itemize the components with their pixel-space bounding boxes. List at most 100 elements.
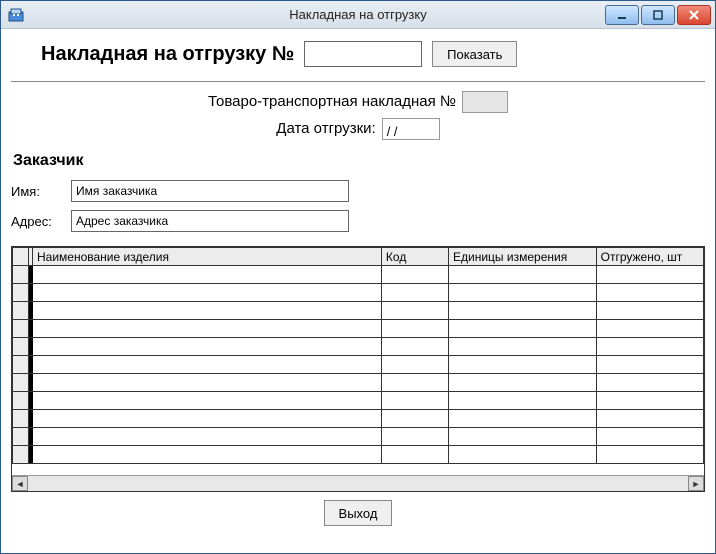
cell-code[interactable]: [381, 302, 448, 320]
table-row[interactable]: [13, 302, 704, 320]
cell-code[interactable]: [381, 284, 448, 302]
cell-qty[interactable]: [596, 410, 703, 428]
cell-name[interactable]: [33, 302, 382, 320]
cell-unit[interactable]: [449, 284, 597, 302]
row-header[interactable]: [13, 392, 29, 410]
table-row[interactable]: [13, 320, 704, 338]
cell-code[interactable]: [381, 356, 448, 374]
row-header[interactable]: [13, 284, 29, 302]
row-header[interactable]: [13, 320, 29, 338]
cell-name[interactable]: [33, 356, 382, 374]
row-header[interactable]: [13, 446, 29, 464]
row-header[interactable]: [13, 428, 29, 446]
table-row[interactable]: [13, 356, 704, 374]
cell-qty[interactable]: [596, 428, 703, 446]
ttn-block: Товаро-транспортная накладная № Дата отг…: [11, 88, 705, 142]
exit-button[interactable]: Выход: [324, 500, 393, 526]
cell-unit[interactable]: [449, 410, 597, 428]
cell-name[interactable]: [33, 266, 382, 284]
cell-name[interactable]: [33, 338, 382, 356]
scroll-track[interactable]: [28, 476, 688, 491]
col-qty[interactable]: Отгружено, шт: [596, 248, 703, 266]
cell-qty[interactable]: [596, 284, 703, 302]
customer-name-label: Имя:: [11, 184, 61, 199]
row-header[interactable]: [13, 302, 29, 320]
show-button[interactable]: Показать: [432, 41, 517, 67]
close-button[interactable]: [677, 5, 711, 25]
table-row[interactable]: [13, 392, 704, 410]
divider: [11, 81, 705, 82]
table-header-row: Наименование изделия Код Единицы измерен…: [13, 248, 704, 266]
cell-unit[interactable]: [449, 338, 597, 356]
row-header[interactable]: [13, 410, 29, 428]
table-row[interactable]: [13, 284, 704, 302]
cell-code[interactable]: [381, 266, 448, 284]
cell-code[interactable]: [381, 320, 448, 338]
ship-date-label: Дата отгрузки:: [276, 115, 375, 142]
cell-qty[interactable]: [596, 302, 703, 320]
app-window: Накладная на отгрузку Накладная на отгру…: [0, 0, 716, 554]
table-row[interactable]: [13, 428, 704, 446]
cell-name[interactable]: [33, 428, 382, 446]
maximize-button[interactable]: [641, 5, 675, 25]
cell-qty[interactable]: [596, 266, 703, 284]
col-code[interactable]: Код: [381, 248, 448, 266]
cell-qty[interactable]: [596, 374, 703, 392]
ttn-number-display: [462, 91, 508, 113]
row-header[interactable]: [13, 374, 29, 392]
row-header-corner: [13, 248, 29, 266]
cell-name[interactable]: [33, 410, 382, 428]
cell-code[interactable]: [381, 428, 448, 446]
cell-unit[interactable]: [449, 428, 597, 446]
cell-name[interactable]: [33, 392, 382, 410]
row-header[interactable]: [13, 266, 29, 284]
horizontal-scrollbar[interactable]: ◄ ►: [12, 475, 704, 491]
cell-name[interactable]: [33, 446, 382, 464]
cell-name[interactable]: [33, 284, 382, 302]
cell-code[interactable]: [381, 392, 448, 410]
minimize-button[interactable]: [605, 5, 639, 25]
row-header[interactable]: [13, 356, 29, 374]
col-unit[interactable]: Единицы измерения: [449, 248, 597, 266]
cell-unit[interactable]: [449, 266, 597, 284]
cell-name[interactable]: [33, 374, 382, 392]
row-header[interactable]: [13, 338, 29, 356]
footer: Выход: [11, 492, 705, 526]
cell-qty[interactable]: [596, 356, 703, 374]
col-name[interactable]: Наименование изделия: [33, 248, 382, 266]
cell-unit[interactable]: [449, 446, 597, 464]
items-table[interactable]: Наименование изделия Код Единицы измерен…: [12, 247, 704, 464]
cell-unit[interactable]: [449, 302, 597, 320]
items-grid[interactable]: Наименование изделия Код Единицы измерен…: [11, 246, 705, 492]
table-row[interactable]: [13, 374, 704, 392]
cell-qty[interactable]: [596, 446, 703, 464]
cell-unit[interactable]: [449, 356, 597, 374]
scroll-right-button[interactable]: ►: [688, 476, 704, 491]
cell-name[interactable]: [33, 320, 382, 338]
cell-qty[interactable]: [596, 320, 703, 338]
header-row: Накладная на отгрузку № Показать: [11, 35, 705, 75]
customer-addr-row: Адрес:: [11, 210, 705, 232]
table-row[interactable]: [13, 266, 704, 284]
page-title: Накладная на отгрузку №: [41, 43, 294, 66]
table-row[interactable]: [13, 446, 704, 464]
ttn-label: Товаро-транспортная накладная №: [208, 88, 456, 115]
invoice-number-input[interactable]: [304, 41, 422, 67]
cell-code[interactable]: [381, 446, 448, 464]
cell-unit[interactable]: [449, 392, 597, 410]
scroll-left-button[interactable]: ◄: [12, 476, 28, 491]
customer-name-row: Имя:: [11, 180, 705, 202]
cell-unit[interactable]: [449, 374, 597, 392]
cell-unit[interactable]: [449, 320, 597, 338]
customer-name-input[interactable]: [71, 180, 349, 202]
table-row[interactable]: [13, 410, 704, 428]
cell-qty[interactable]: [596, 392, 703, 410]
table-row[interactable]: [13, 338, 704, 356]
cell-qty[interactable]: [596, 338, 703, 356]
cell-code[interactable]: [381, 338, 448, 356]
ship-date-display: / /: [382, 118, 440, 140]
cell-code[interactable]: [381, 374, 448, 392]
window-controls: [605, 5, 711, 25]
customer-addr-input[interactable]: [71, 210, 349, 232]
cell-code[interactable]: [381, 410, 448, 428]
